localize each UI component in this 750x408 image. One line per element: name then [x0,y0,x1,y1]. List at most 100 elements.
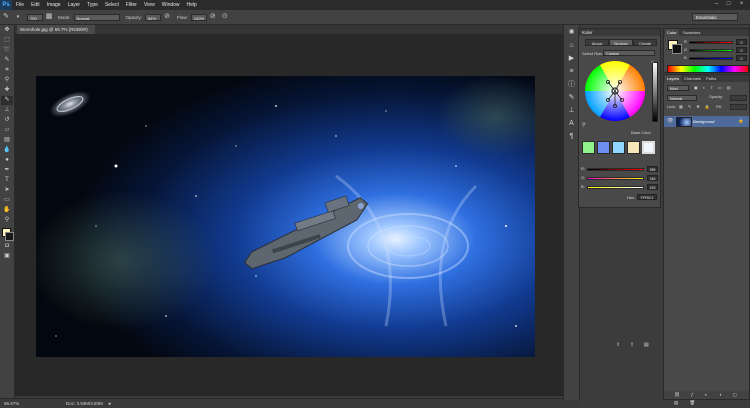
workspace-select[interactable]: Essentials [692,13,738,21]
properties-icon[interactable]: ≡ [566,67,577,77]
quick-select-tool-icon[interactable]: ✎ [1,56,13,65]
move-tool-icon[interactable]: ✥ [1,26,13,35]
document-canvas[interactable] [36,76,535,357]
minimize-button[interactable]: – [712,1,721,8]
kuler-tab-browse[interactable]: Browse [609,39,633,46]
color-g-slider[interactable] [689,49,733,52]
crop-tool-icon[interactable]: ⌗ [1,66,13,75]
blue-value[interactable]: 193 [647,184,658,190]
brush-panel-icon[interactable]: ▦ [45,13,53,21]
brush-tool-icon[interactable]: ✎ [2,13,10,21]
layer-blend-mode[interactable]: Normal [667,95,697,101]
layer-name[interactable]: Background [693,119,714,124]
add-to-swatches-icon[interactable]: ▤ [644,342,649,348]
shape-tool-icon[interactable]: ▭ [1,196,13,205]
screen-mode-icon[interactable]: ▣ [1,252,13,261]
layer-filter-icons[interactable]: ▣ ◐ T ▭ ▤ [694,85,733,90]
dodge-tool-icon[interactable]: ● [1,156,13,165]
marquee-tool-icon[interactable]: ⬚ [1,36,13,45]
quick-mask-icon[interactable]: ◘ [1,242,13,251]
eraser-tool-icon[interactable]: ▱ [1,126,13,135]
tab-layers[interactable]: Layers [665,75,682,82]
menu-help[interactable]: Help [187,2,197,8]
brush-size-picker[interactable]: 700 [27,13,43,21]
color-b-slider[interactable] [689,57,733,60]
color-r-value[interactable]: 0 [736,39,747,45]
tab-color[interactable]: Color [665,29,679,36]
color-swatches[interactable] [0,227,14,241]
paragraph-icon[interactable]: ¶ [566,132,577,142]
eyedropper-tool-icon[interactable]: ⚲ [1,76,13,85]
mode-select[interactable]: Normal [73,13,120,21]
kuler-swatch-5[interactable] [642,141,655,154]
healing-tool-icon[interactable]: ✚ [1,86,13,95]
path-select-tool-icon[interactable]: ➤ [1,186,13,195]
close-button[interactable]: × [737,1,746,8]
red-slider[interactable] [587,168,644,171]
blue-slider[interactable] [587,186,644,189]
menu-select[interactable]: Select [105,2,119,8]
maximize-button[interactable]: □ [724,1,733,8]
zoom-level[interactable]: 66.67% [4,401,26,406]
color-spectrum-ramp[interactable] [667,65,749,73]
kuler-icon[interactable]: ✺ [566,28,577,38]
background-color-swatch[interactable] [672,44,682,54]
menu-edit[interactable]: Edit [31,2,40,8]
actions-icon[interactable]: ▶ [566,54,577,64]
select-rule-dropdown[interactable]: Custom [603,50,655,56]
layer-filter-kind[interactable]: Kind [667,85,689,91]
pressure-size-icon[interactable]: ⊙ [221,13,229,21]
brush-presets-icon[interactable]: ✎ [566,93,577,103]
kuler-tab-create[interactable]: Create [633,39,657,46]
menu-image[interactable]: Image [47,2,61,8]
kuler-swatch-2[interactable] [597,141,610,154]
green-value[interactable]: 246 [647,175,658,181]
document-tab[interactable]: Wormhole.jpg @ 66.7% (RGB/8#) [17,25,95,34]
history-icon[interactable]: ⌂ [566,41,577,51]
gradient-tool-icon[interactable]: ▤ [1,136,13,145]
kuler-swatch-1[interactable] [582,141,595,154]
eye-icon[interactable]: 👁 [667,118,673,124]
blur-tool-icon[interactable]: 💧 [1,146,13,155]
brightness-slider[interactable] [652,62,658,122]
clone-source-icon[interactable]: ⊥ [566,106,577,116]
flow-input[interactable]: 100% [190,13,207,21]
upload-icon[interactable]: ⇧ [630,342,634,348]
kuler-tab-about[interactable]: About [585,39,609,46]
character-icon[interactable]: A [566,119,577,129]
layers-footer-icons[interactable]: ⛓ ƒ ◐ ◑ ▢ ▤ 🗑 [664,391,749,405]
chevron-down-icon[interactable]: ▾ [14,13,22,21]
tab-channels[interactable]: Channels [682,75,703,82]
menu-view[interactable]: View [144,2,155,8]
kuler-swatch-3[interactable] [612,141,625,154]
layer-row-background[interactable]: 👁 Background 🔒 [664,116,749,127]
save-theme-icon[interactable]: ⇪ [616,342,620,348]
layer-fill-input[interactable] [730,104,747,110]
type-tool-icon[interactable]: T [1,176,13,185]
stamp-tool-icon[interactable]: ⊥ [1,106,13,115]
layer-lock-icons[interactable]: ▦ ✎ ✥ 🔒 [679,104,712,109]
color-r-slider[interactable] [689,41,733,44]
pressure-opacity-icon[interactable]: ⊘ [163,13,171,21]
red-value[interactable]: 255 [647,166,658,172]
airbrush-icon[interactable]: ⊘ [209,13,217,21]
history-brush-tool-icon[interactable]: ↺ [1,116,13,125]
brush-tool-icon[interactable]: ✎ [1,96,13,105]
tab-paths[interactable]: Paths [704,75,718,82]
opacity-input[interactable]: 84% [145,13,162,21]
tab-swatches[interactable]: Swatches [681,29,702,36]
green-slider[interactable] [587,177,644,180]
lasso-tool-icon[interactable]: ➰ [1,46,13,55]
pen-tool-icon[interactable]: ✒ [1,166,13,175]
menu-layer[interactable]: Layer [68,2,81,8]
kuler-swatch-4[interactable] [627,141,640,154]
menu-type[interactable]: Type [87,2,98,8]
menu-filter[interactable]: Filter [126,2,137,8]
menu-window[interactable]: Window [162,2,180,8]
menu-file[interactable]: File [16,2,24,8]
background-color[interactable] [5,232,14,241]
eyedropper-icon[interactable]: ⚲ [582,122,586,128]
layer-opacity-input[interactable] [730,95,747,101]
color-b-value[interactable]: 0 [736,55,747,61]
hand-tool-icon[interactable]: ✋ [1,206,13,215]
